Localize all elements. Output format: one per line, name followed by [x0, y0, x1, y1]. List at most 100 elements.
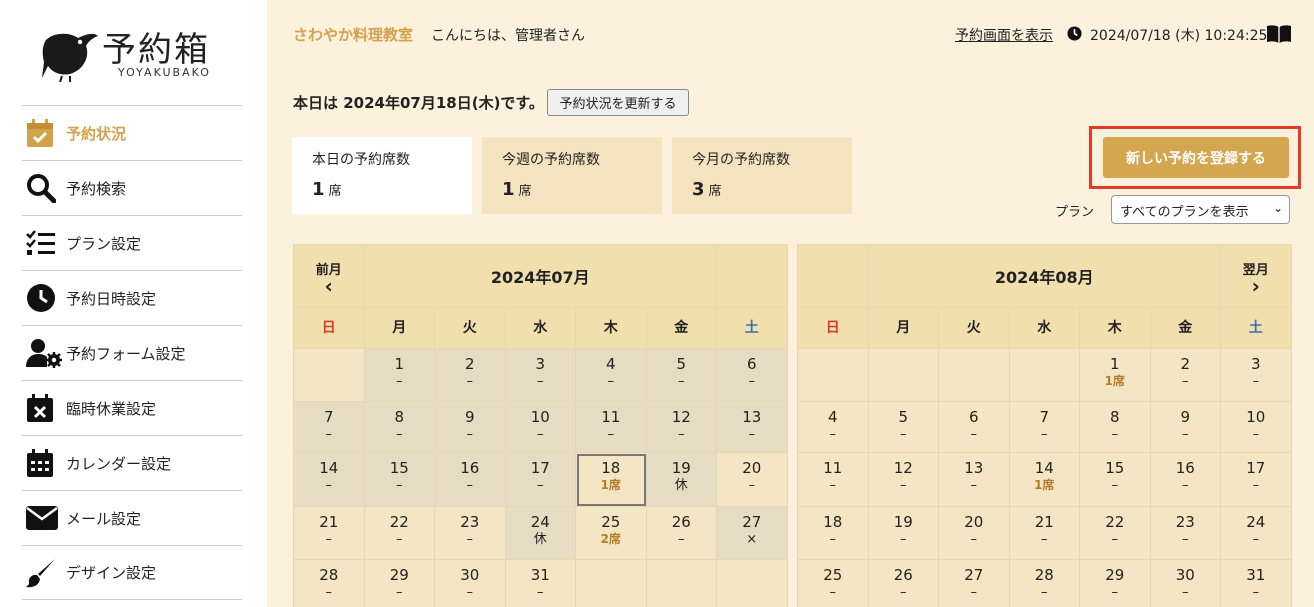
calendar-day-cell[interactable]: 11– [576, 402, 647, 453]
calendar-day-cell[interactable]: 30– [1150, 560, 1221, 607]
calendar-day-cell[interactable]: 15– [364, 453, 435, 507]
calendar-empty-cell [868, 349, 939, 402]
sidebar-item-form-settings[interactable]: 予約フォーム設定 [22, 325, 242, 380]
stat-label: 今週の予約席数 [502, 152, 600, 168]
calendar-day-cell[interactable]: 17– [1221, 453, 1292, 507]
calendar-day-cell[interactable]: 28– [1009, 560, 1080, 607]
calendar-day-cell[interactable]: 21– [1009, 507, 1080, 560]
prev-month-button[interactable]: 前月 ‹ [294, 245, 365, 308]
weekday-mon: 月 [364, 308, 435, 349]
calendar-day-cell[interactable]: 5– [646, 349, 717, 402]
calendar-day-cell[interactable]: 10– [1221, 402, 1292, 453]
calendar-day-cell[interactable]: 29– [364, 560, 435, 607]
calendar-day-cell[interactable]: 19 休 [646, 453, 717, 507]
calendar-day-cell[interactable]: 7– [1009, 402, 1080, 453]
calendar-day-cell[interactable]: 8– [1080, 402, 1151, 453]
day-number: 29 [1105, 566, 1125, 584]
calendar-day-cell[interactable]: 23– [1150, 507, 1221, 560]
book-icon[interactable] [1267, 25, 1291, 47]
calendar-day-cell[interactable]: 6– [939, 402, 1010, 453]
calendar-day-cell[interactable]: 11– [798, 453, 869, 507]
calendar-day-cell[interactable]: 18 1席 [576, 453, 647, 507]
calendar-day-cell[interactable]: 13– [717, 402, 788, 453]
calendar-day-cell[interactable]: 22– [364, 507, 435, 560]
view-reservation-page-link[interactable]: 予約画面を表示 [955, 25, 1053, 45]
logo[interactable]: 予約箱 YOYAKUBAKO [40, 20, 230, 86]
today-text: 本日は 2024年07月18日(木)です。 [293, 94, 544, 112]
sidebar-nav: 予約状況 予約検索 プラン設定 予約日時設定 予約フォーム設定 臨時休業設定 カ… [22, 105, 242, 600]
calendar-day-cell[interactable]: 20– [939, 507, 1010, 560]
calendar-day-cell[interactable]: 15– [1080, 453, 1151, 507]
calendar-day-cell[interactable]: 25 2席 [576, 507, 647, 560]
calendar-day-cell[interactable]: 25– [798, 560, 869, 607]
calendar-day-cell[interactable]: 9– [435, 402, 506, 453]
calendar-day-cell[interactable]: 10– [505, 402, 576, 453]
calendar-day-cell[interactable]: 27 × [717, 507, 788, 560]
calendar-day-cell[interactable]: 26– [868, 560, 939, 607]
calendar-day-cell[interactable]: 26– [646, 507, 717, 560]
calendar-day-cell[interactable]: 2– [1150, 349, 1221, 402]
calendar-day-cell[interactable]: 18– [798, 507, 869, 560]
calendar-day-cell[interactable]: 20– [717, 453, 788, 507]
day-status: – [607, 427, 615, 442]
day-number: 11 [601, 408, 621, 426]
next-month-button[interactable]: 翌月 › [1221, 245, 1292, 308]
sidebar-item-datetime-settings[interactable]: 予約日時設定 [22, 270, 242, 325]
calendar-day-cell[interactable]: 3– [1221, 349, 1292, 402]
calendar-august: 2024年08月 翌月 › 日 月 火 水 木 金 土 1 1席 2–3–4–5–6… [797, 244, 1292, 607]
calendar-day-cell[interactable]: 24– [1221, 507, 1292, 560]
calendar-day-cell[interactable]: 31– [505, 560, 576, 607]
calendar-day-cell[interactable]: 30– [435, 560, 506, 607]
calendar-day-cell[interactable]: 28– [294, 560, 365, 607]
sidebar-item-closure-settings[interactable]: 臨時休業設定 [22, 380, 242, 435]
sidebar-item-plan-settings[interactable]: プラン設定 [22, 215, 242, 270]
day-status: – [678, 374, 685, 389]
day-status: – [900, 478, 907, 493]
weekday-thu: 木 [1080, 308, 1151, 349]
calendar-day-cell[interactable]: 19– [868, 507, 939, 560]
refresh-status-button[interactable]: 予約状況を更新する [547, 89, 689, 116]
calendar-day-cell[interactable]: 27– [939, 560, 1010, 607]
calendar-day-cell[interactable]: 22– [1080, 507, 1151, 560]
calendar-day-cell[interactable]: 16– [435, 453, 506, 507]
checklist-icon [22, 228, 62, 258]
calendar-day-cell[interactable]: 12– [646, 402, 717, 453]
calendar-empty-cell [294, 349, 365, 402]
calendar-day-cell[interactable]: 14– [294, 453, 365, 507]
sidebar-item-reservation-status[interactable]: 予約状況 [22, 105, 242, 160]
calendar-day-cell[interactable]: 1 1席 [1080, 349, 1151, 402]
calendar-week-row: 1 1席 2–3– [798, 349, 1292, 402]
calendar-day-cell[interactable]: 17– [505, 453, 576, 507]
calendar-day-cell[interactable]: 1– [364, 349, 435, 402]
sidebar-item-calendar-settings[interactable]: カレンダー設定 [22, 435, 242, 490]
calendar-day-cell[interactable]: 12– [868, 453, 939, 507]
calendar-day-cell[interactable]: 9– [1150, 402, 1221, 453]
calendar-day-cell[interactable]: 14 1席 [1009, 453, 1080, 507]
calendar-day-cell[interactable]: 29– [1080, 560, 1151, 607]
calendar-day-cell[interactable]: 8– [364, 402, 435, 453]
calendar-day-cell[interactable]: 5– [868, 402, 939, 453]
calendar-day-cell[interactable]: 31– [1221, 560, 1292, 607]
calendar-day-cell[interactable]: 24 休 [505, 507, 576, 560]
day-number: 21 [1034, 513, 1054, 531]
calendar-day-cell[interactable]: 21– [294, 507, 365, 560]
calendar-day-cell[interactable]: 13– [939, 453, 1010, 507]
new-reservation-button[interactable]: 新しい予約を登録する [1103, 137, 1289, 178]
calendar-day-cell[interactable]: 6– [717, 349, 788, 402]
day-number: 23 [460, 513, 480, 531]
calendar-day-cell[interactable]: 23– [435, 507, 506, 560]
day-number: 23 [1175, 513, 1195, 531]
stat-label: 本日の予約席数 [312, 152, 410, 168]
sidebar-item-reservation-search[interactable]: 予約検索 [22, 160, 242, 215]
day-status: 休 [533, 532, 547, 547]
calendar-day-cell[interactable]: 2– [435, 349, 506, 402]
calendar-day-cell[interactable]: 4– [798, 402, 869, 453]
calendar-day-cell[interactable]: 7– [294, 402, 365, 453]
sidebar-item-design-settings[interactable]: デザイン設定 [22, 545, 242, 600]
day-number: 17 [530, 459, 550, 477]
calendar-day-cell[interactable]: 4– [576, 349, 647, 402]
sidebar-item-mail-settings[interactable]: メール設定 [22, 490, 242, 545]
calendar-day-cell[interactable]: 16– [1150, 453, 1221, 507]
plan-select[interactable]: すべてのプランを表示 ⌄ [1111, 195, 1290, 224]
calendar-day-cell[interactable]: 3– [505, 349, 576, 402]
